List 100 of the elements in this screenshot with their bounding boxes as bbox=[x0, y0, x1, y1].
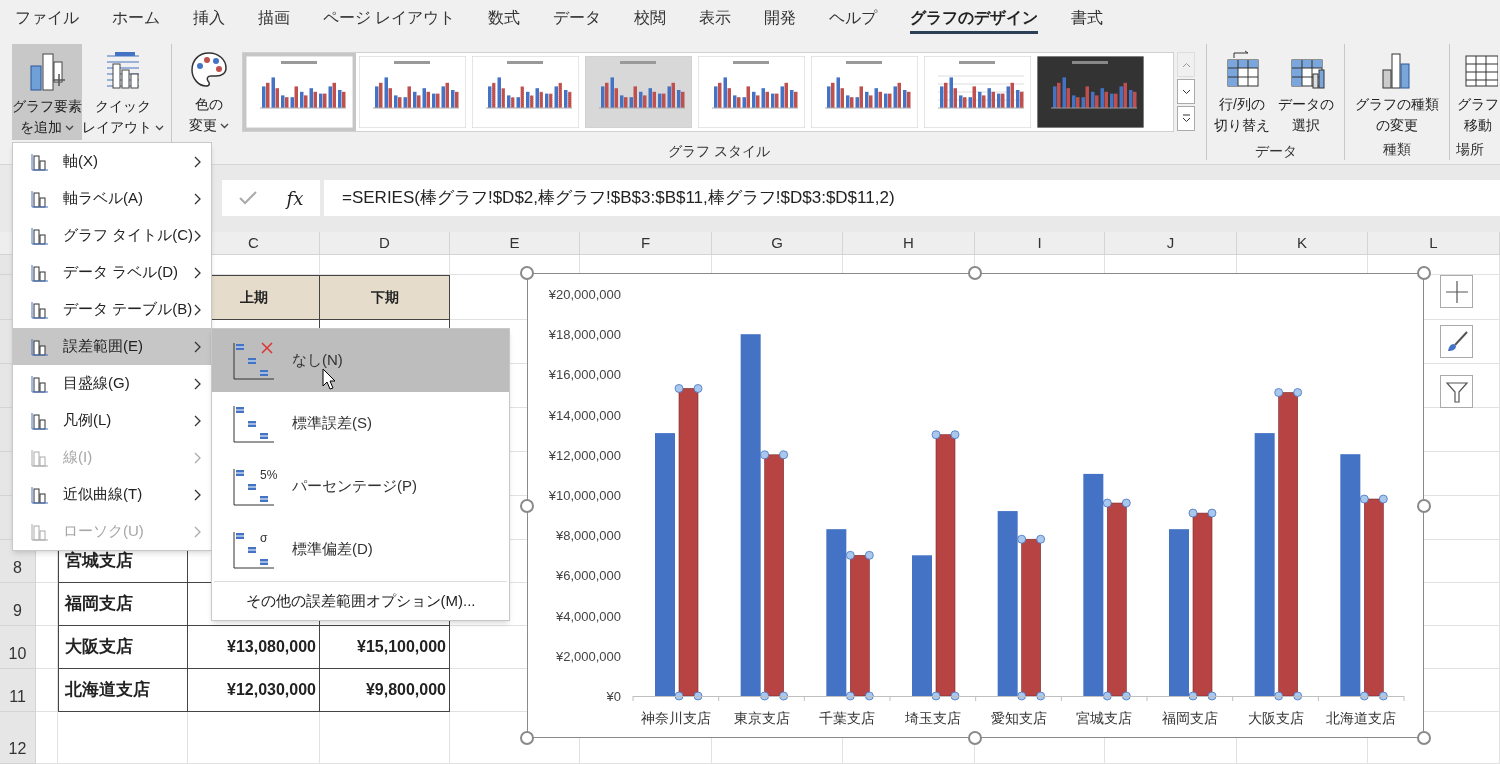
bar[interactable] bbox=[997, 511, 1018, 696]
bar[interactable] bbox=[1364, 498, 1384, 697]
chevron-right-icon bbox=[194, 266, 201, 279]
axis-label: ¥10,000,000 bbox=[548, 488, 621, 503]
category-label: 東京支店 bbox=[733, 710, 790, 726]
menu-item[interactable]: 近似曲線(T) bbox=[13, 476, 211, 513]
select-data-button[interactable]: データの 選択 bbox=[1275, 44, 1337, 140]
resize-handle[interactable] bbox=[968, 266, 982, 280]
quick-layout-button[interactable]: クイック レイアウト bbox=[85, 44, 160, 140]
selection-handles[interactable] bbox=[1102, 498, 1131, 701]
axis-label: ¥6,000,000 bbox=[555, 568, 621, 584]
bar[interactable] bbox=[1254, 433, 1275, 696]
resize-handle[interactable] bbox=[520, 731, 534, 745]
bar[interactable] bbox=[1340, 454, 1361, 696]
table-cell: 北海道支店 bbox=[58, 669, 188, 712]
ribbon-tab[interactable]: ヘルプ bbox=[829, 6, 878, 34]
ribbon-tab[interactable]: ページ レイアウト bbox=[323, 6, 456, 34]
move-chart-button[interactable]: グラフ 移動 bbox=[1456, 44, 1500, 138]
menu-item[interactable]: 誤差範囲(E) bbox=[13, 328, 211, 365]
row-header[interactable]: 11 bbox=[0, 669, 36, 712]
filter-icon bbox=[1444, 379, 1469, 404]
switch-row-column-button[interactable]: 行/列の 切り替え bbox=[1211, 44, 1273, 140]
chart-filter-button[interactable] bbox=[1440, 375, 1473, 408]
selection-handles[interactable] bbox=[1274, 388, 1303, 701]
scroll-down-button[interactable] bbox=[1177, 79, 1195, 104]
menu-item[interactable]: 標準誤差(S) bbox=[212, 392, 509, 455]
menu-item[interactable]: その他の誤差範囲オプション(M)... bbox=[212, 582, 509, 620]
resize-handle[interactable] bbox=[968, 731, 982, 745]
selection-handles[interactable] bbox=[1359, 494, 1388, 701]
column-header[interactable]: I bbox=[975, 232, 1105, 255]
bar[interactable] bbox=[1107, 502, 1127, 697]
ribbon-tab[interactable]: 描画 bbox=[258, 6, 290, 34]
ribbon-tab[interactable]: 表示 bbox=[699, 6, 732, 34]
category-label: 北海道支店 bbox=[1326, 710, 1397, 726]
menu-item[interactable]: 軸(X) bbox=[13, 143, 211, 180]
plus-icon bbox=[1444, 279, 1469, 304]
ribbon-tab[interactable]: データ bbox=[553, 6, 602, 34]
axis-label: ¥18,000,000 bbox=[548, 327, 621, 343]
table-cell: 大阪支店 bbox=[58, 626, 188, 669]
row-header[interactable]: 9 bbox=[0, 583, 36, 626]
group-label: 種類 bbox=[1383, 140, 1411, 159]
change-colors-button[interactable]: 色の 変更 bbox=[178, 44, 240, 140]
selection-handles[interactable] bbox=[1017, 534, 1046, 701]
chart-element-icon bbox=[30, 151, 50, 172]
resize-handle[interactable] bbox=[1417, 266, 1431, 280]
resize-handle[interactable] bbox=[1417, 731, 1431, 745]
menu-item[interactable]: なし(N) bbox=[212, 329, 509, 392]
chart-element-icon bbox=[30, 262, 50, 283]
resize-handle[interactable] bbox=[1417, 499, 1431, 513]
bar[interactable] bbox=[740, 334, 761, 696]
ribbon-tab[interactable]: 開発 bbox=[764, 6, 797, 34]
change-chart-type-button[interactable]: グラフの種類 の変更 bbox=[1347, 44, 1447, 138]
ribbon-tab[interactable]: 書式 bbox=[1071, 6, 1104, 34]
table-cell bbox=[36, 669, 58, 712]
selection-handles[interactable] bbox=[760, 450, 789, 701]
resize-handle[interactable] bbox=[520, 266, 534, 280]
chart-area[interactable]: ¥0 ¥2,000,000 ¥4,000,000 ¥6,000,000 ¥8,000,000 ¥10,000,000 ¥12,000,000 ¥14,000,000 ¥16,000,000 ¥18,000,000 ¥20,000,000 神奈川支店 東京支店 千葉支店 埼玉支店 愛知支店 宮城支店 福岡支店 大阪支店 北海道支店 bbox=[527, 273, 1424, 738]
bar[interactable] bbox=[1083, 473, 1104, 696]
column-header[interactable]: D bbox=[320, 232, 450, 255]
group-label: データ bbox=[1254, 142, 1297, 161]
chart-element-icon bbox=[30, 484, 50, 505]
table-cell bbox=[36, 583, 58, 626]
ribbon-tab[interactable]: グラフのデザイン bbox=[910, 6, 1039, 34]
more-styles-button[interactable] bbox=[1177, 106, 1195, 131]
chart-element-icon bbox=[30, 225, 50, 246]
insert-function-button[interactable]: fx bbox=[286, 184, 304, 212]
column-header[interactable]: F bbox=[580, 232, 712, 255]
column-header[interactable]: L bbox=[1368, 232, 1500, 255]
category-label: 大阪支店 bbox=[1247, 710, 1304, 726]
menu-item[interactable]: 軸ラベル(A) bbox=[13, 180, 211, 217]
bar[interactable] bbox=[850, 555, 870, 697]
ribbon-tab[interactable]: 挿入 bbox=[193, 6, 225, 34]
row-header[interactable]: 12 bbox=[0, 712, 36, 764]
add-chart-element-button[interactable]: グラフ要素 を追加 bbox=[12, 44, 82, 140]
axis-label: ¥2,000,000 bbox=[555, 648, 621, 664]
column-header[interactable]: E bbox=[450, 232, 580, 255]
chevron-right-icon bbox=[194, 488, 201, 501]
bar[interactable] bbox=[1021, 538, 1041, 697]
column-header[interactable]: H bbox=[843, 232, 975, 255]
row-header[interactable]: 10 bbox=[0, 626, 36, 669]
bar[interactable] bbox=[826, 529, 847, 696]
column-header[interactable]: J bbox=[1105, 232, 1237, 255]
ribbon-tab[interactable]: 数式 bbox=[488, 6, 521, 34]
chart-styles-button[interactable] bbox=[1440, 325, 1473, 358]
column-header[interactable]: G bbox=[712, 232, 843, 255]
ribbon-tab[interactable]: ホーム bbox=[112, 6, 160, 34]
resize-handle[interactable] bbox=[520, 499, 534, 513]
ribbon-tab[interactable]: ファイル bbox=[15, 6, 79, 34]
formula-field[interactable]: =SERIES(棒グラフ!$D$2,棒グラフ!$B$3:$B$11,棒グラフ!$D$3:$D$11,2) bbox=[324, 180, 1500, 216]
ribbon-tab[interactable]: 校閲 bbox=[634, 6, 667, 34]
selection-handles[interactable] bbox=[845, 550, 874, 701]
menu-item[interactable]: σ 標準偏差(D) bbox=[212, 518, 509, 581]
add-chart-element-button[interactable] bbox=[1440, 275, 1473, 308]
axis-label: ¥0 bbox=[606, 689, 621, 704]
menu-item[interactable]: 5% パーセンテージ(P) bbox=[212, 455, 509, 518]
column-header[interactable]: K bbox=[1237, 232, 1368, 255]
menu-item[interactable]: 目盛線(G) bbox=[13, 365, 211, 402]
check-icon[interactable] bbox=[238, 191, 257, 205]
menu-item[interactable]: 凡例(L) bbox=[13, 402, 211, 439]
table-cell bbox=[36, 712, 58, 764]
